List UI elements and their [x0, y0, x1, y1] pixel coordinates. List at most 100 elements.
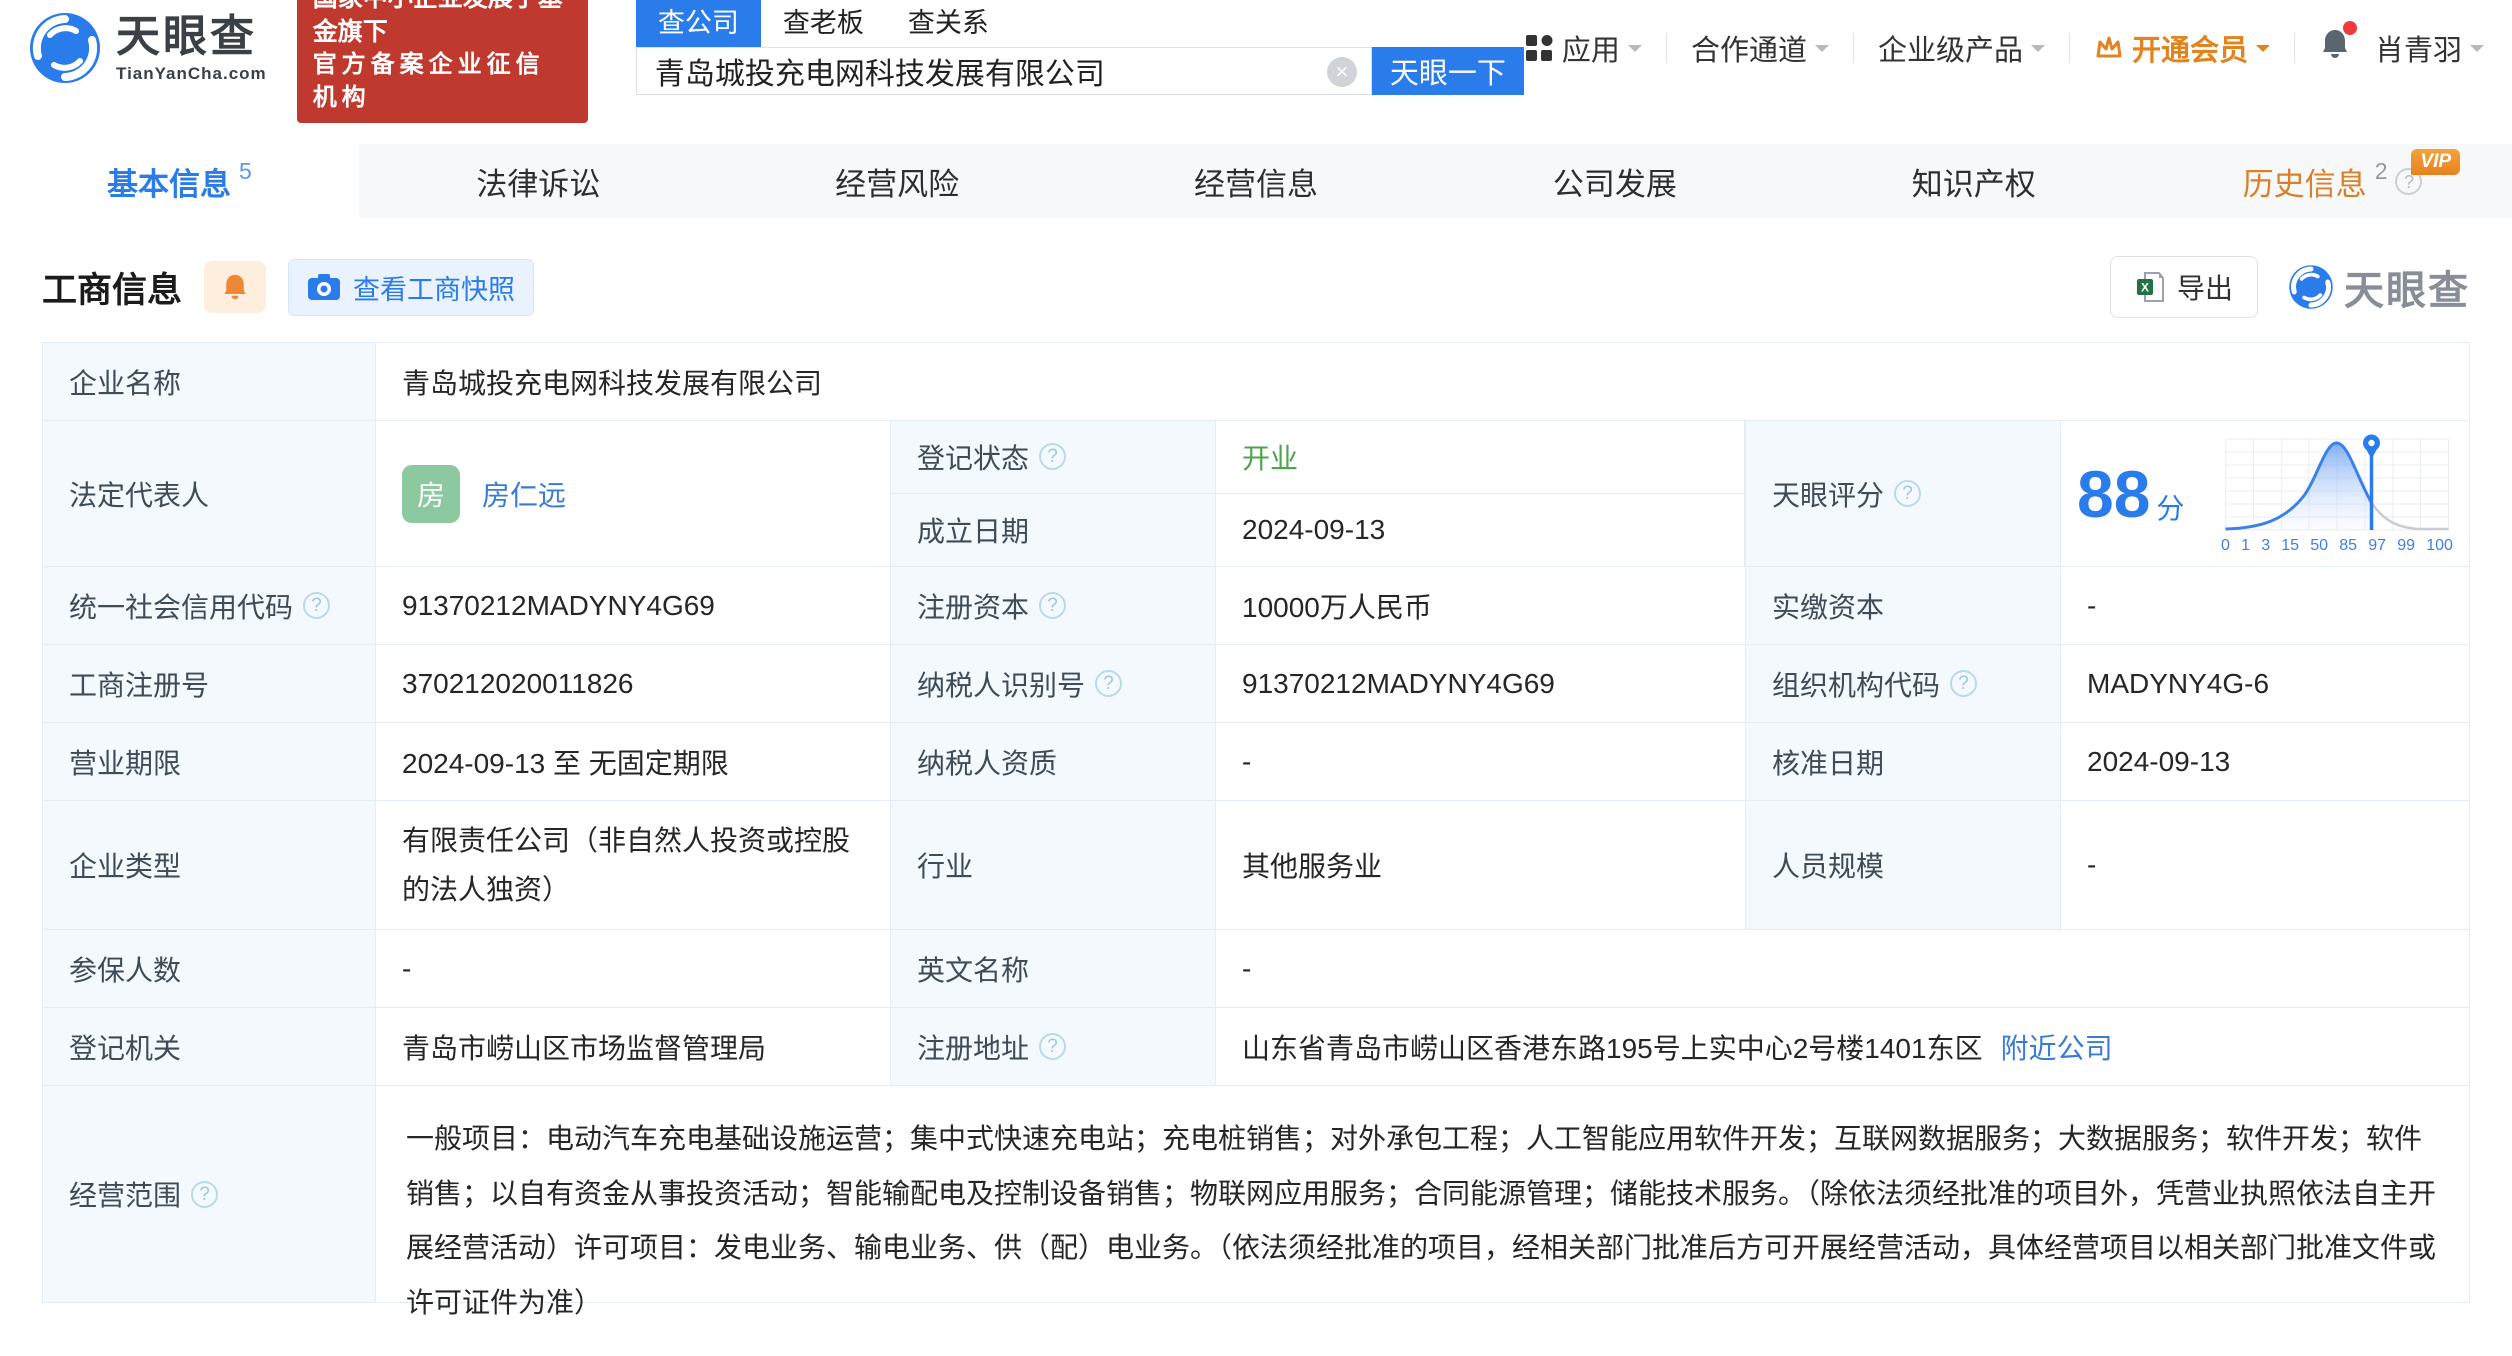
clear-search-icon[interactable]: × — [1326, 57, 1357, 87]
nearby-companies-link[interactable]: 附近公司 — [2001, 1027, 2113, 1067]
industry-value: 其他服务业 — [1216, 801, 1746, 929]
tab-legal-litigation-label: 法律诉讼 — [476, 166, 601, 202]
approval-date-value: 2024-09-13 — [2087, 745, 2231, 777]
export-label: 导出 — [2176, 273, 2233, 304]
tab-history-info[interactable]: VIP 历史信息 2 ? — [2153, 144, 2512, 218]
org-code-label: 组织机构代码 — [1772, 669, 1941, 701]
staff-size-value: - — [2087, 849, 2097, 880]
crown-icon — [2096, 36, 2122, 58]
svg-text:X: X — [2141, 281, 2149, 295]
search-tab-company[interactable]: 查公司 — [635, 0, 761, 47]
search-box: × — [635, 47, 1372, 95]
reg-number-label: 工商注册号 — [43, 645, 376, 722]
reg-address-cell: 山东省青岛市崂山区香港东路195号上实中心2号楼1401东区 附近公司 — [1216, 1008, 2469, 1085]
legal-rep-label: 法定代表人 — [43, 421, 376, 566]
taxpayer-id-label: 纳税人识别号 — [917, 669, 1086, 701]
score-distribution-chart: 0 1 3 15 50 85 97 99 100 — [2221, 433, 2453, 555]
help-icon[interactable]: ? — [1095, 670, 1123, 697]
industry-label: 行业 — [891, 801, 1216, 929]
username: 肖青羽 — [2374, 35, 2462, 67]
help-icon[interactable]: ? — [1039, 592, 1067, 619]
tab-basic-info-label: 基本信息 — [107, 166, 232, 202]
camera-icon — [308, 274, 341, 300]
tab-company-development-label: 公司发展 — [1552, 166, 1677, 202]
credit-code-label: 统一社会信用代码 — [69, 591, 294, 623]
divider — [2293, 33, 2295, 63]
help-icon[interactable]: ? — [303, 592, 331, 619]
reg-authority-label: 登记机关 — [43, 1008, 376, 1085]
search-button[interactable]: 天眼一下 — [1371, 47, 1524, 95]
menu-enterprise-label: 企业级产品 — [1877, 35, 2023, 67]
user-menu[interactable]: 肖青羽 — [2375, 27, 2484, 69]
legal-rep-link[interactable]: 房仁远 — [482, 474, 566, 514]
divider — [2068, 33, 2070, 63]
business-scope-value: 一般项目：电动汽车充电基础设施运营；集中式快速充电站；充电桩销售；对外承包工程；… — [406, 1123, 2437, 1318]
tab-intellectual-property[interactable]: 知识产权 — [1794, 144, 2153, 218]
tick-label: 50 — [2310, 536, 2329, 554]
menu-enterprise-products[interactable]: 企业级产品 — [1878, 27, 2045, 69]
help-icon[interactable]: ? — [1039, 443, 1067, 471]
business-snapshot-button[interactable]: 查看工商快照 — [288, 258, 535, 316]
tab-legal-litigation[interactable]: 法律诉讼 — [359, 144, 718, 218]
monitor-bell-button[interactable] — [204, 261, 267, 313]
tick-label: 100 — [2426, 536, 2453, 554]
export-button[interactable]: X 导出 — [2109, 256, 2258, 318]
table-row: 登记状态 ? 开业 — [891, 421, 1745, 494]
table-row: 经营范围 ? 一般项目：电动汽车充电基础设施运营；集中式快速充电站；充电桩销售；… — [43, 1086, 2469, 1318]
table-row: 营业期限 2024-09-13 至 无固定期限 纳税人资质 - 核准日期 202… — [43, 723, 2469, 801]
tab-company-development[interactable]: 公司发展 — [1435, 144, 1794, 218]
org-code-label-cell: 组织机构代码 ? — [1746, 645, 2061, 722]
reg-address-value: 山东省青岛市崂山区香港东路195号上实中心2号楼1401东区 — [1242, 1032, 1983, 1064]
tick-label: 85 — [2339, 536, 2358, 554]
tianyancha-watermark-icon — [2289, 265, 2333, 309]
notifications-bell[interactable] — [2319, 21, 2357, 69]
table-row: 登记机关 青岛市崂山区市场监督管理局 注册地址 ? 山东省青岛市崂山区香港东路1… — [43, 1008, 2469, 1086]
tab-business-info[interactable]: 经营信息 — [1077, 144, 1436, 218]
search-input[interactable] — [636, 48, 1371, 94]
tab-history-info-count: 2 — [2374, 157, 2388, 184]
table-row: 统一社会信用代码 ? 91370212MADYNY4G69 注册资本 ? 100… — [43, 567, 2469, 645]
tab-business-risk-label: 经营风险 — [835, 166, 960, 202]
taxpayer-quality-value: - — [1216, 723, 1746, 800]
menu-apps[interactable]: 应用 — [1524, 27, 1642, 69]
credit-code-value: 91370212MADYNY4G69 — [376, 567, 891, 644]
tab-intellectual-property-label: 知识产权 — [1911, 166, 2036, 202]
tick-label: 0 — [2221, 536, 2230, 554]
menu-vip-label: 开通会员 — [2131, 35, 2248, 67]
legal-rep-avatar[interactable]: 房 — [402, 464, 460, 523]
establish-date-label: 成立日期 — [891, 493, 1216, 566]
chevron-down-icon — [2030, 45, 2045, 59]
legal-rep-cell: 房 房仁远 — [376, 421, 891, 566]
reg-status-label: 登记状态 — [917, 442, 1030, 474]
menu-cooperation[interactable]: 合作通道 — [1691, 27, 1829, 69]
reg-status-label-cell: 登记状态 ? — [891, 421, 1216, 493]
tab-basic-info[interactable]: 基本信息 5 — [0, 144, 359, 218]
tab-business-risk[interactable]: 经营风险 — [718, 144, 1077, 218]
company-name-value: 青岛城投充电网科技发展有限公司 — [402, 367, 823, 399]
section-header: 工商信息 查看工商快照 X 导出 天眼查 — [42, 256, 2470, 318]
english-name-label: 英文名称 — [891, 930, 1216, 1007]
business-snapshot-label: 查看工商快照 — [353, 274, 516, 305]
help-icon[interactable]: ? — [1950, 670, 1978, 697]
table-row: 工商注册号 370212020011826 纳税人识别号 ? 91370212M… — [43, 645, 2469, 723]
table-row: 参保人数 - 英文名称 - — [43, 930, 2469, 1008]
reg-authority-value: 青岛市崂山区市场监督管理局 — [376, 1008, 891, 1085]
search-tab-boss[interactable]: 查老板 — [761, 0, 886, 47]
search-tab-relation[interactable]: 查关系 — [886, 0, 1011, 47]
help-icon[interactable]: ? — [1039, 1033, 1067, 1060]
score-label-cell: 天眼评分 ? — [1746, 421, 2061, 566]
score-axis-ticks: 0 1 3 15 50 85 97 99 100 — [2221, 537, 2453, 555]
help-icon[interactable]: ? — [1894, 480, 1922, 507]
menu-open-vip[interactable]: 开通会员 — [2094, 27, 2270, 69]
business-scope-cell: 一般项目：电动汽车充电基础设施运营；集中式快速充电站；充电桩销售；对外承包工程；… — [376, 1086, 2469, 1318]
logo-domain: TianYanCha.com — [116, 63, 267, 83]
business-term-value: 2024-09-13 至 无固定期限 — [376, 723, 891, 800]
vip-badge: VIP — [2411, 149, 2461, 175]
tianyancha-logo[interactable]: 天眼查 TianYanCha.com — [28, 11, 267, 85]
score-unit: 分 — [2156, 492, 2185, 524]
english-name-value: - — [1242, 952, 1252, 984]
search-tabs: 查公司 查老板 查关系 — [635, 0, 1524, 47]
company-nav-tabs: 基本信息 5 法律诉讼 经营风险 经营信息 公司发展 知识产权 VIP 历史信息… — [0, 144, 2512, 218]
help-icon[interactable]: ? — [191, 1180, 219, 1208]
bell-icon — [224, 274, 246, 300]
